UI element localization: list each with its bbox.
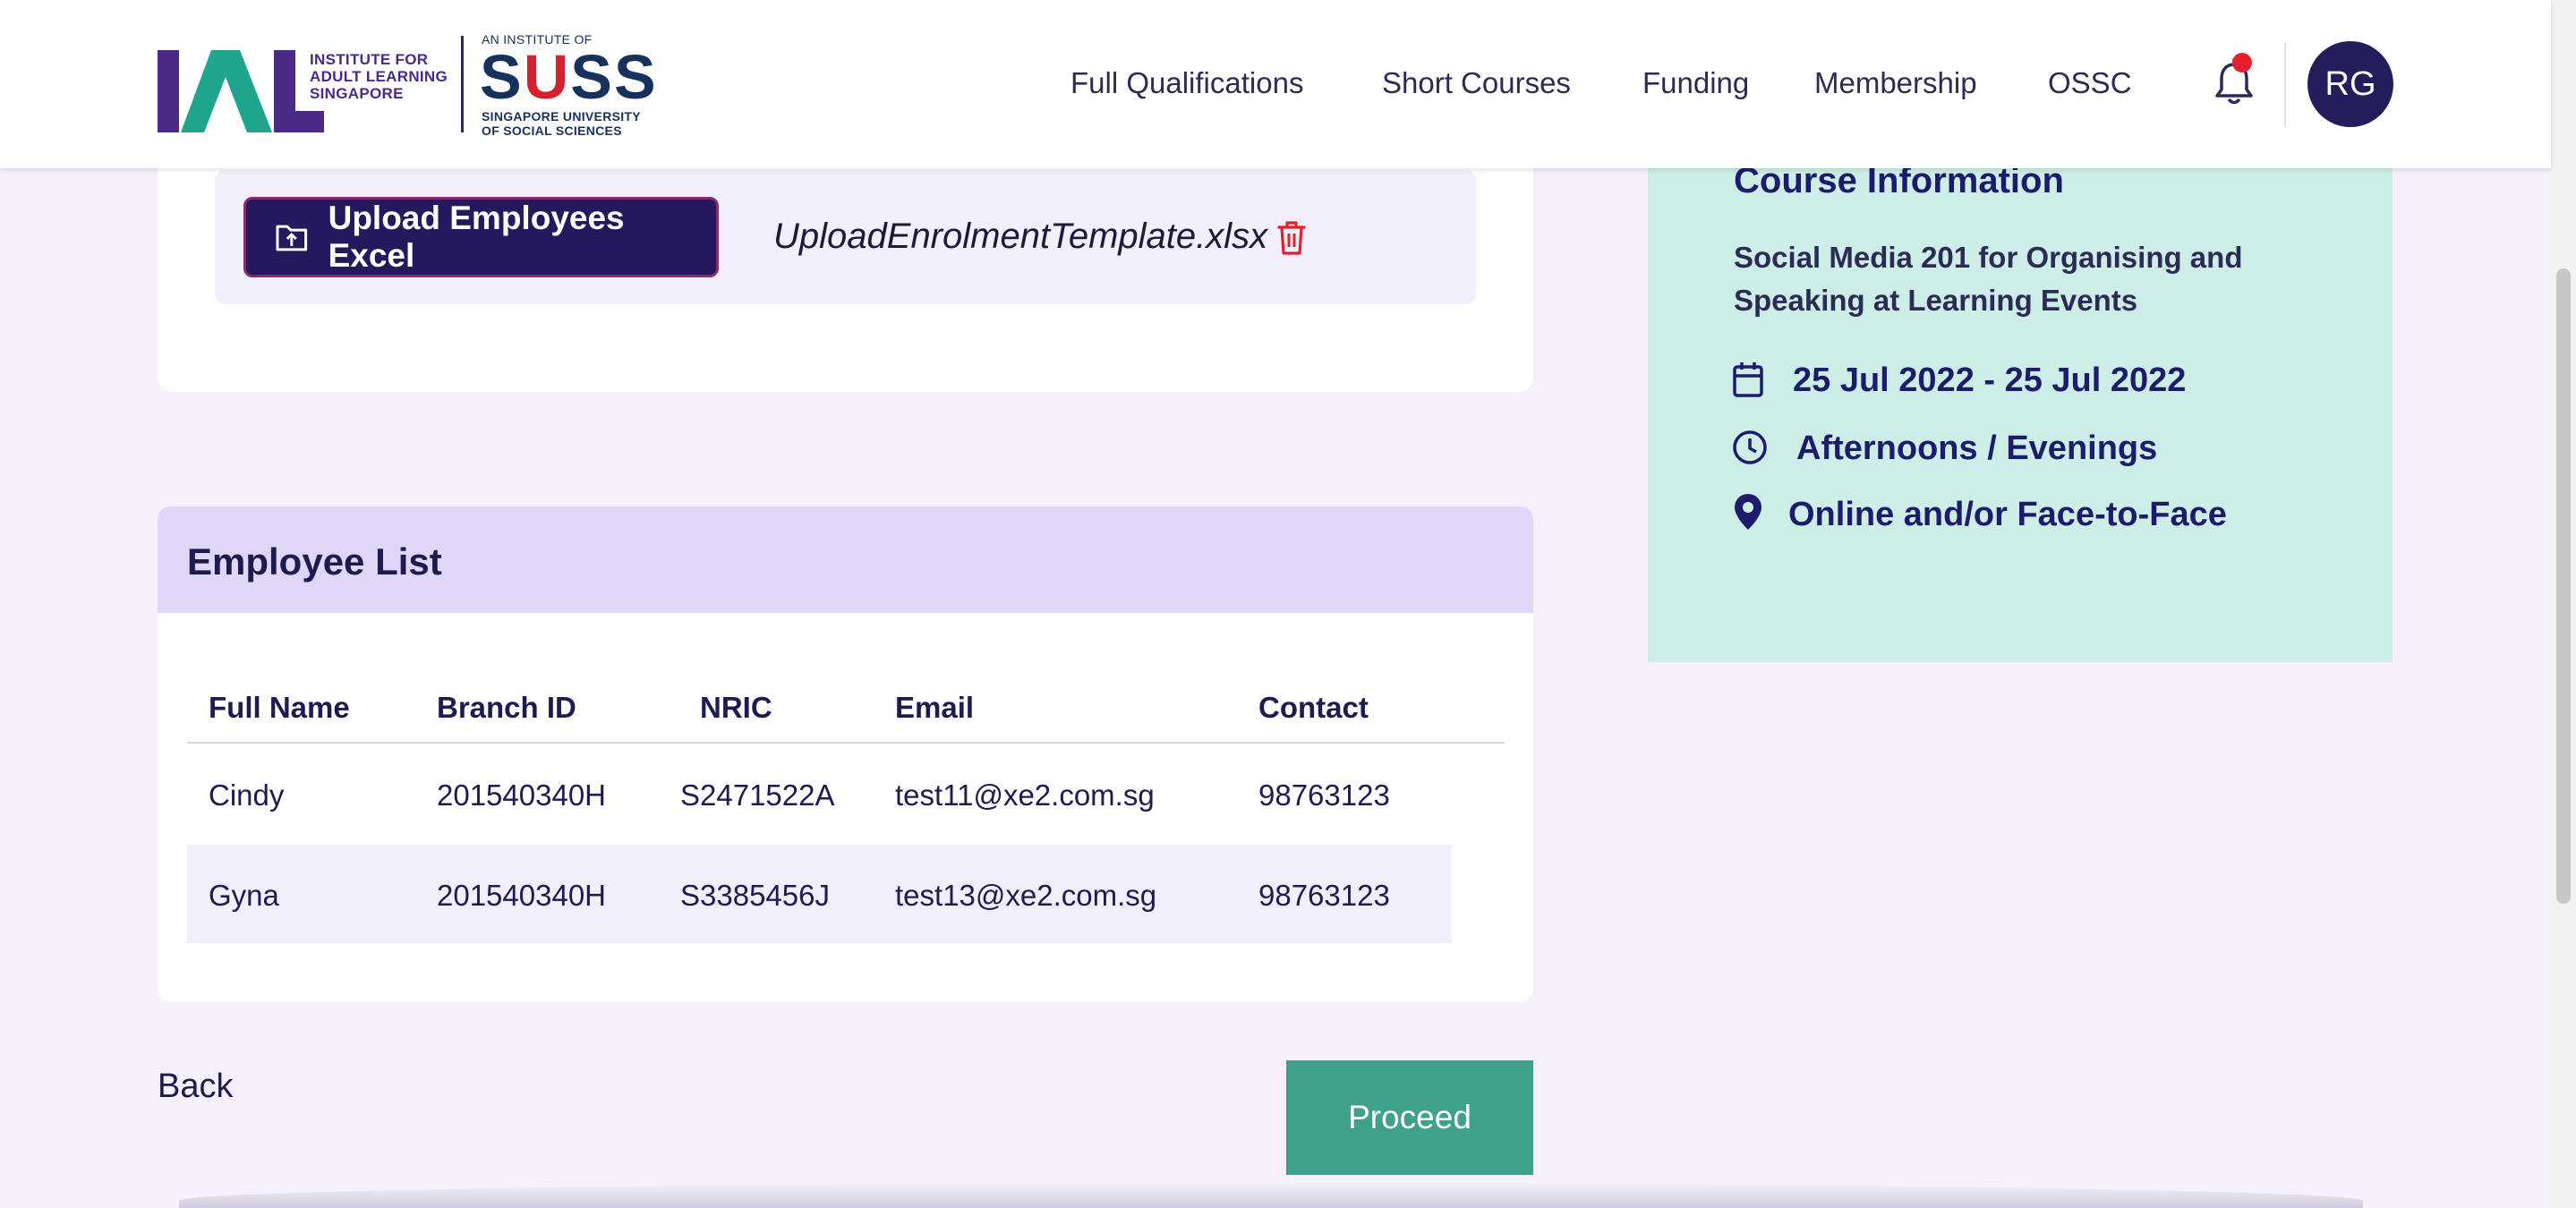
trash-icon[interactable] [1276, 220, 1307, 256]
suss-logo-ss: SS [570, 42, 658, 112]
cell-email: test13@xe2.com.sg [895, 879, 1157, 912]
employee-list-header: Employee List [158, 506, 1533, 613]
suss-name: SINGAPORE UNIVERSITY OF SOCIAL SCIENCES [482, 109, 641, 138]
header-divider [2284, 43, 2286, 127]
suss-logo-u: U [523, 42, 571, 112]
top-header: INSTITUTE FOR ADULT LEARNING SINGAPORE A… [0, 0, 2551, 168]
back-link[interactable]: Back [158, 1068, 233, 1106]
ial-logo[interactable] [158, 50, 328, 132]
notification-dot [2232, 53, 2252, 72]
cell-branch-id: 201540340H [437, 879, 607, 912]
cell-full-name: Cindy [209, 778, 285, 812]
cell-full-name: Gyna [209, 879, 279, 912]
uploaded-filename: UploadEnrolmentTemplate.xlsx [773, 217, 1268, 256]
column-contact[interactable]: Contact [1258, 691, 1369, 725]
ial-name: INSTITUTE FOR ADULT LEARNING SINGAPORE [310, 51, 448, 102]
suss-logo[interactable]: SUSS [480, 45, 658, 109]
column-branch-id[interactable]: Branch ID [437, 691, 576, 725]
nav-full-qualifications[interactable]: Full Qualifications [1070, 66, 1303, 100]
cell-email: test11@xe2.com.sg [895, 778, 1155, 812]
column-email[interactable]: Email [895, 691, 974, 725]
nav-funding[interactable]: Funding [1642, 66, 1749, 100]
cell-nric: S2471522A [680, 778, 835, 812]
table-header-divider [187, 742, 1505, 744]
nav-membership[interactable]: Membership [1814, 66, 1977, 100]
scrollbar-thumb[interactable] [2556, 268, 2571, 904]
clock-icon [1733, 430, 1767, 464]
course-time: Afternoons / Evenings [1796, 430, 2158, 467]
calendar-icon [1733, 362, 1763, 397]
upload-button-label: Upload Employees Excel [328, 200, 625, 274]
proceed-button[interactable]: Proceed [1286, 1060, 1533, 1175]
course-mode: Online and/or Face-to-Face [1788, 496, 2227, 533]
next-card-edge [179, 1183, 2363, 1208]
cell-contact: 98763123 [1258, 778, 1390, 812]
upload-folder-icon [276, 225, 308, 251]
course-name: Social Media 201 for Organising and Spea… [1734, 241, 2243, 317]
employee-list-title: Employee List [187, 540, 442, 583]
cell-contact: 98763123 [1258, 879, 1390, 912]
location-pin-icon [1735, 494, 1761, 530]
user-avatar[interactable]: RG [2307, 41, 2393, 127]
upload-employees-button[interactable]: Upload Employees Excel [243, 197, 719, 277]
course-date: 25 Jul 2022 - 25 Jul 2022 [1793, 362, 2187, 399]
column-full-name[interactable]: Full Name [209, 691, 350, 725]
nav-ossc[interactable]: OSSC [2048, 66, 2132, 100]
cell-branch-id: 201540340H [437, 778, 607, 812]
logo-divider [461, 36, 464, 132]
nav-short-courses[interactable]: Short Courses [1382, 66, 1571, 100]
suss-logo-s: S [480, 42, 524, 112]
column-nric[interactable]: NRIC [700, 691, 772, 725]
cell-nric: S3385456J [680, 879, 830, 912]
